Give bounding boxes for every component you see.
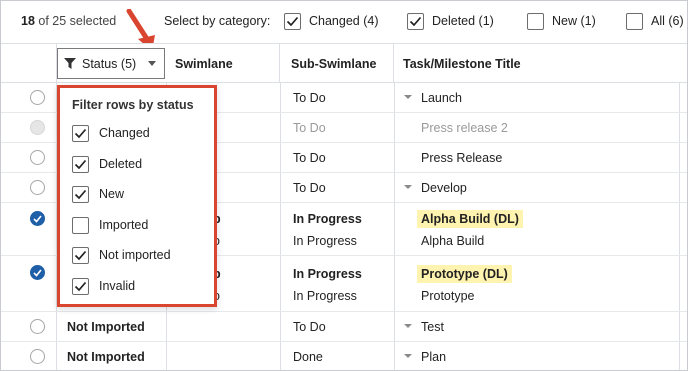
status-filter-button[interactable]: Status (5)	[57, 48, 165, 79]
category-new-label: New (1)	[552, 14, 596, 28]
row-title-secondary: Alpha Build	[421, 234, 485, 248]
popup-title: Filter rows by status	[72, 98, 194, 112]
filter-option-invalid[interactable]: Invalid	[72, 276, 135, 296]
row-subswimlane: To Do	[293, 121, 326, 135]
checkbox-icon[interactable]	[72, 277, 89, 295]
row-select-radio[interactable]	[30, 180, 45, 195]
row-subswimlane: To Do	[293, 91, 326, 105]
row-title: Plan	[421, 350, 447, 364]
header-swimlane[interactable]: Swimlane	[166, 44, 280, 83]
row-status: Not Imported	[67, 320, 145, 334]
category-deleted-label: Deleted (1)	[432, 14, 494, 28]
category-deleted[interactable]: Deleted (1)	[407, 10, 494, 32]
chevron-down-icon	[148, 61, 156, 66]
row-select-radio[interactable]	[30, 150, 45, 165]
row-title-highlighted: Prototype (DL)	[417, 265, 512, 283]
row-title: Develop	[421, 181, 467, 195]
row-title: Press release 2	[421, 121, 508, 135]
row-title-highlighted: Alpha Build (DL)	[417, 210, 523, 228]
filter-option-new[interactable]: New	[72, 184, 124, 204]
filter-option-imported[interactable]: Imported	[72, 215, 148, 235]
checkbox-new[interactable]	[527, 12, 544, 30]
row-select-radio	[30, 120, 45, 135]
row-title: Test	[421, 320, 444, 334]
category-label: Select by category:	[164, 14, 271, 28]
row-select-radio[interactable]	[30, 211, 45, 226]
checkbox-deleted[interactable]	[407, 12, 424, 30]
filter-option-label: Invalid	[99, 279, 136, 293]
table-row[interactable]: Not Imported Done Plan	[1, 342, 687, 370]
expand-caret-icon[interactable]	[404, 324, 412, 328]
category-changed[interactable]: Changed (4)	[284, 10, 379, 32]
expand-caret-icon[interactable]	[404, 185, 412, 189]
row-subswimlane: To Do	[293, 181, 326, 195]
filter-option-label: New	[99, 187, 125, 201]
category-new[interactable]: New (1)	[527, 10, 596, 32]
row-subswimlane: To Do	[293, 320, 326, 334]
row-subswimlane: To Do	[293, 151, 326, 165]
header-select-column	[1, 44, 57, 83]
status-filter-label: Status (5)	[82, 56, 137, 71]
selection-toolbar: 18 of 25 selected Select by category: Ch…	[1, 1, 687, 51]
filter-option-label: Not imported	[99, 248, 171, 262]
filter-option-not-imported[interactable]: Not imported	[72, 245, 171, 265]
category-all[interactable]: All (6)	[626, 10, 684, 32]
checkbox-icon[interactable]	[72, 216, 89, 234]
expand-caret-icon[interactable]	[404, 95, 412, 99]
row-select-radio[interactable]	[30, 319, 45, 334]
checkbox-icon[interactable]	[72, 246, 89, 264]
header-title[interactable]: Task/Milestone Title	[394, 44, 687, 83]
checkbox-changed[interactable]	[284, 12, 301, 30]
filter-option-label: Imported	[99, 218, 149, 232]
checkbox-icon[interactable]	[72, 124, 89, 142]
row-title-secondary: Prototype	[421, 289, 475, 303]
header-subswimlane[interactable]: Sub-Swimlane	[280, 44, 394, 83]
filter-icon	[64, 58, 76, 69]
row-select-radio[interactable]	[30, 349, 45, 364]
row-subswimlane: In Progress	[293, 267, 362, 281]
filter-option-changed[interactable]: Changed	[72, 123, 150, 143]
row-select-radio[interactable]	[30, 265, 45, 280]
checkbox-icon[interactable]	[72, 155, 89, 173]
row-title: Launch	[421, 91, 463, 105]
filter-option-label: Deleted	[99, 157, 143, 171]
row-select-radio[interactable]	[30, 90, 45, 105]
filter-option-deleted[interactable]: Deleted	[72, 154, 142, 174]
checkbox-icon[interactable]	[72, 185, 89, 203]
selection-count: 18 of 25 selected	[21, 14, 117, 28]
row-title: Press Release	[421, 151, 503, 165]
row-subswimlane: In Progress	[293, 212, 362, 226]
row-status: Not Imported	[67, 350, 145, 364]
table-row[interactable]: Not Imported To Do Test	[1, 312, 687, 342]
checkbox-all[interactable]	[626, 12, 643, 30]
filter-option-label: Changed	[99, 126, 150, 140]
category-all-label: All (6)	[651, 14, 684, 28]
row-subswimlane-secondary: In Progress	[293, 289, 357, 303]
status-filter-popup: Filter rows by status Changed Deleted Ne…	[57, 85, 217, 307]
import-review-panel: 18 of 25 selected Select by category: Ch…	[0, 0, 688, 371]
expand-caret-icon[interactable]	[404, 354, 412, 358]
category-changed-label: Changed (4)	[309, 14, 379, 28]
row-subswimlane: Done	[293, 350, 323, 364]
grid-header: Status (5) Swimlane Sub-Swimlane Task/Mi…	[1, 43, 687, 83]
row-subswimlane-secondary: In Progress	[293, 234, 357, 248]
